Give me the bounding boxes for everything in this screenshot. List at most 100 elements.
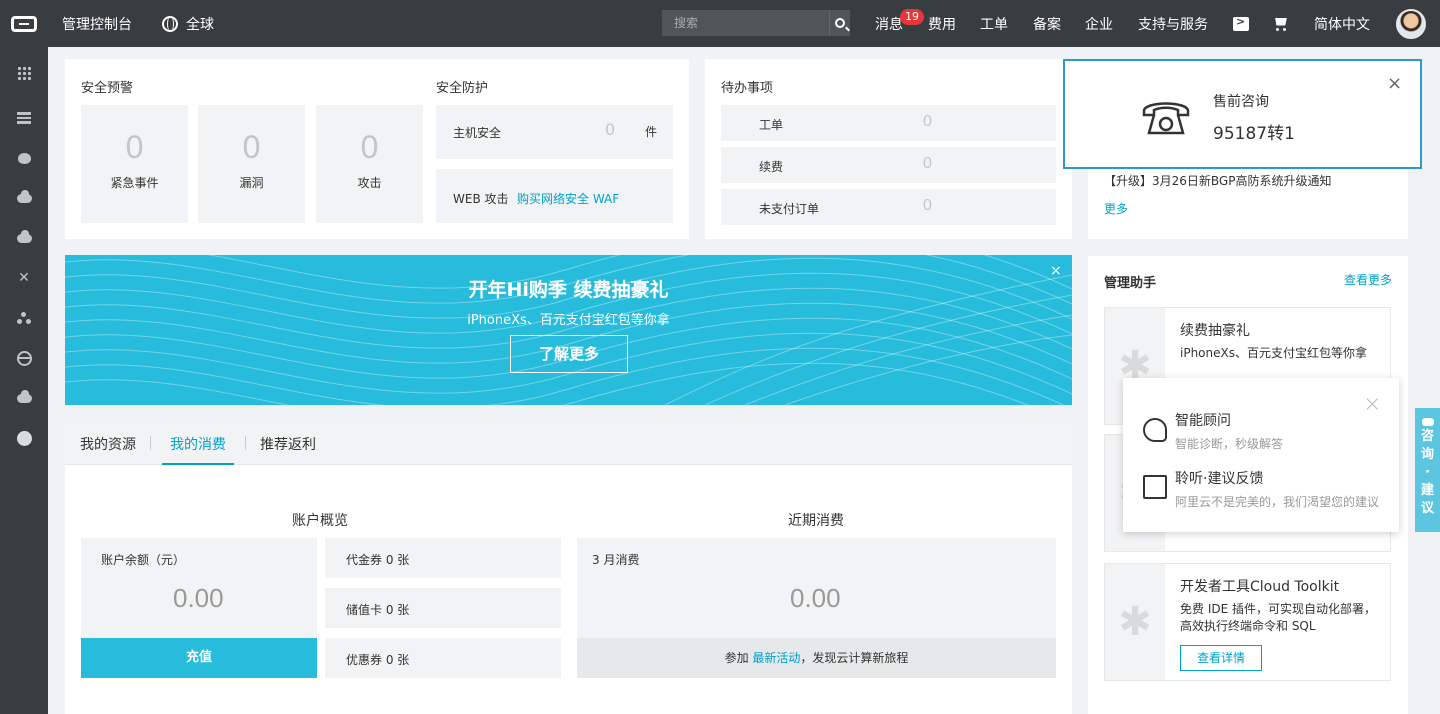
nav-language[interactable]: 简体中文 (1314, 0, 1370, 47)
todo-row-unpaid[interactable]: 未支付订单 0 (721, 189, 1056, 225)
todo-label: 续费 (759, 160, 784, 174)
stat-label: 紧急事件 (110, 176, 159, 190)
aliyun-logo[interactable] (0, 0, 48, 47)
tab-referral[interactable]: 推荐返利 (260, 434, 316, 454)
console-title[interactable]: 管理控制台 (62, 14, 132, 34)
recharge-button[interactable]: 充值 (81, 638, 317, 678)
tool-cloud-toolkit[interactable]: ✱ 开发者工具Cloud Toolkit 免费 IDE 插件，可实现自动化部署，… (1104, 563, 1391, 681)
nav-icp[interactable]: 备案 (1033, 0, 1061, 47)
hm-title: 聆听·建议反馈 (1175, 471, 1264, 487)
tool-title: 开发者工具Cloud Toolkit (1180, 579, 1340, 595)
stat-label: 攻击 (357, 176, 382, 190)
messages-badge: 19 (900, 9, 924, 25)
tool-desc: 免费 IDE 插件，可实现自动化部署，高效执行终端命令和 SQL (1180, 602, 1376, 633)
circle-icon[interactable] (16, 430, 32, 446)
tab-my-consumption[interactable]: 我的消费 (170, 434, 226, 454)
coupon-voucher[interactable]: 代金券 0 张 (325, 538, 561, 578)
stat-value: 0 (242, 129, 261, 165)
cart-icon (1273, 17, 1289, 31)
search-button[interactable] (829, 10, 850, 36)
todo-row-renewal[interactable]: 续费 0 (721, 147, 1056, 183)
nav-billing[interactable]: 费用 (928, 0, 956, 47)
stat-attack[interactable]: 0 攻击 (316, 105, 423, 223)
todo-row-tickets[interactable]: 工单 0 (721, 105, 1056, 141)
telephone-icon (1142, 102, 1190, 135)
nav-support[interactable]: 支持与服务 (1138, 0, 1208, 47)
coupon-discount[interactable]: 优惠券 0 张 (325, 638, 561, 678)
cloud-small-icon[interactable] (16, 389, 32, 406)
chat-icon (1421, 418, 1434, 426)
tab-my-resources[interactable]: 我的资源 (80, 434, 136, 454)
region-selector[interactable]: 全球 (162, 14, 214, 34)
host-security-unit: 件 (645, 125, 658, 139)
todo-card: 待办事项 工单 0 续费 0 未支付订单 0 (705, 59, 1072, 239)
grid-icon[interactable] (16, 65, 32, 81)
consult-suggest-tab[interactable]: 咨询·建议 (1415, 408, 1440, 532)
learn-more-button[interactable]: 了解更多 (510, 335, 628, 373)
banner-close-icon[interactable]: × (1050, 263, 1062, 279)
hm-desc: 阿里云不是完美的，我们渴望您的建议 (1175, 495, 1380, 509)
terminal-icon (1233, 15, 1249, 31)
latest-activity-link[interactable]: 最新活动 (752, 651, 800, 665)
helper-title: 管理助手 (1104, 276, 1157, 291)
active-tab-indicator (162, 463, 234, 465)
logo-icon (11, 15, 37, 32)
buy-waf-link[interactable]: 购买网络安全 WAF (517, 190, 619, 207)
cart-button[interactable] (1273, 0, 1289, 47)
cloud-shell-button[interactable] (1233, 0, 1249, 47)
stat-value: 0 (360, 129, 379, 165)
todo-title: 待办事项 (721, 81, 774, 96)
stat-label: 漏洞 (239, 176, 264, 190)
recent-consumption-title: 近期消费 (788, 513, 844, 529)
stat-emergency[interactable]: 0 紧急事件 (81, 105, 188, 223)
recent-footer: 参加 最新活动，发现云计算新旅程 (577, 638, 1056, 678)
avatar[interactable] (1396, 9, 1426, 39)
presale-consult-popup: 售前咨询 95187转1 × (1063, 59, 1422, 169)
stat-vulnerability[interactable]: 0 漏洞 (198, 105, 305, 223)
server-stack-icon[interactable] (16, 110, 32, 126)
security-card: 安全预警 0 紧急事件 0 漏洞 0 攻击 安全防护 主机安全 0 件 WEB … (65, 59, 689, 239)
helper-more-link[interactable]: 查看更多 (1344, 271, 1392, 288)
advisor-icon (1143, 418, 1167, 442)
hm-desc: 智能诊断，秒级解答 (1175, 437, 1284, 451)
coupon-label: 代金券 0 张 (346, 553, 410, 567)
coupon-stored-card[interactable]: 储值卡 0 张 (325, 588, 561, 628)
cross-icon[interactable]: ✕ (16, 270, 32, 286)
tab-separator (150, 436, 151, 450)
month-label: 3 月消费 (592, 553, 640, 567)
blob-icon[interactable] (16, 150, 32, 166)
footer-suffix: ，发现云计算新旅程 (800, 651, 909, 665)
todo-value: 0 (923, 197, 932, 214)
nav-messages[interactable]: 消息 (875, 0, 903, 47)
notice-item[interactable]: 【升级】3月26日新BGP高防系统升级通知 (1104, 172, 1331, 189)
host-security-row[interactable]: 主机安全 0 件 (436, 105, 673, 159)
presale-close-icon[interactable]: × (1387, 73, 1402, 94)
notice-more-link[interactable]: 更多 (1104, 200, 1128, 217)
balance-label: 账户余额（元） (101, 553, 186, 567)
web-attack-row: WEB 攻击 购买网络安全 WAF (436, 169, 673, 223)
promo-banner[interactable]: 开年Hi购季 续费抽豪礼 iPhoneXs、百元支付宝红包等你拿 了解更多 × (65, 255, 1072, 405)
help-menu-close-icon[interactable]: × (1363, 392, 1381, 417)
presale-phone: 95187转1 (1213, 124, 1295, 144)
tab-separator (245, 436, 246, 450)
presale-title: 售前咨询 (1213, 94, 1269, 110)
nav-enterprise[interactable]: 企业 (1085, 0, 1113, 47)
cloud-icon[interactable] (16, 189, 32, 206)
nav-tickets[interactable]: 工单 (980, 0, 1008, 47)
sidebar: ✕ (0, 47, 48, 714)
search-icon (835, 18, 845, 28)
host-security-label: 主机安全 (453, 126, 502, 140)
todo-value: 0 (923, 113, 932, 130)
todo-value: 0 (923, 155, 932, 172)
search-input[interactable] (662, 10, 829, 36)
globe-icon[interactable] (16, 350, 32, 366)
host-security-value: 0 (605, 120, 616, 139)
footer-prefix: 参加 (724, 651, 749, 665)
cluster-icon[interactable] (16, 310, 32, 326)
side-tab-label: 咨询·建议 (1421, 429, 1435, 516)
security-protection-title: 安全防护 (436, 81, 489, 96)
banner-title: 开年Hi购季 续费抽豪礼 (468, 279, 669, 301)
hm-title: 智能顾问 (1175, 413, 1231, 429)
cloud-upload-icon[interactable] (16, 229, 32, 246)
view-details-button[interactable]: 查看详情 (1180, 645, 1262, 671)
